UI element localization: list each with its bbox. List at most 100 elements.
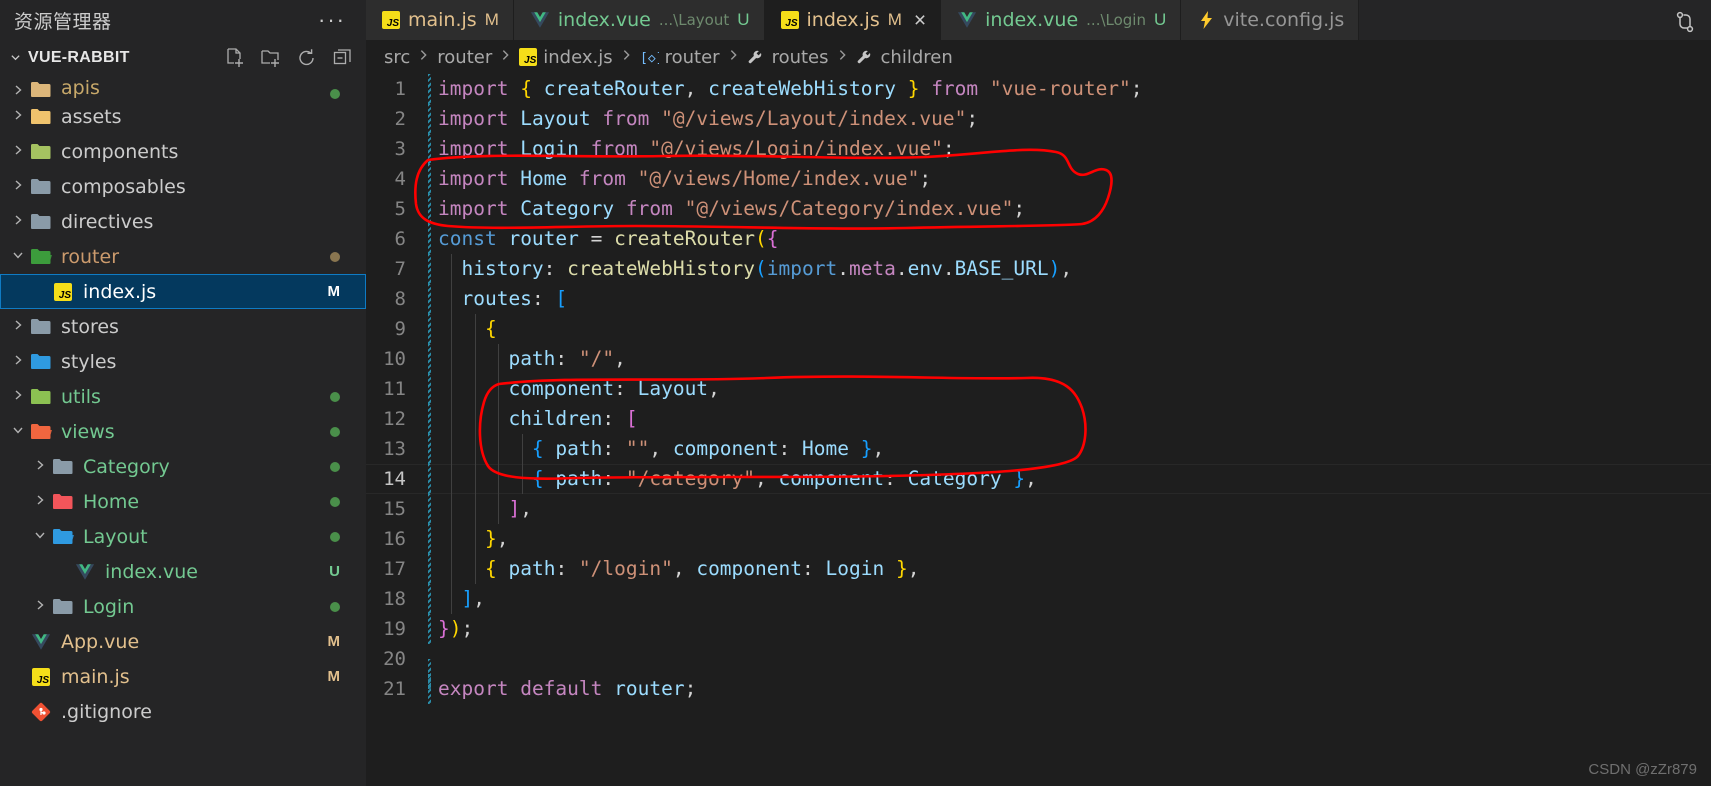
tree-item-views[interactable]: views: [0, 414, 366, 449]
code-token: import: [438, 137, 509, 160]
tab-dirty-indicator: M: [484, 10, 499, 29]
breadcrumb-item-children[interactable]: children: [856, 47, 953, 68]
code-line[interactable]: 18 ],: [366, 584, 1711, 614]
code-line[interactable]: 21 export default router;: [366, 674, 1711, 704]
tree-item-assets[interactable]: assets: [0, 99, 366, 134]
tree-item-main-js[interactable]: JS main.js M: [0, 659, 366, 694]
code-line[interactable]: 5 import Category from "@/views/Category/…: [366, 194, 1711, 224]
tree-item-stores[interactable]: stores: [0, 309, 366, 344]
tree-item-router[interactable]: router: [0, 239, 366, 274]
chevron-right-icon[interactable]: [30, 494, 50, 509]
code-line[interactable]: 3 import Login from "@/views/Login/index.…: [366, 134, 1711, 164]
folder-icon: [28, 212, 54, 231]
editor-tab-main-js[interactable]: JS main.js M: [366, 0, 514, 40]
code-line[interactable]: 4 import Home from "@/views/Home/index.vu…: [366, 164, 1711, 194]
code-line[interactable]: 12 children: [: [366, 404, 1711, 434]
new-file-icon[interactable]: [224, 47, 246, 69]
chevron-right-icon[interactable]: [8, 84, 28, 99]
tree-item-components[interactable]: components: [0, 134, 366, 169]
chevron-right-icon[interactable]: [8, 144, 28, 159]
breadcrumb[interactable]: src router JS index.js [◇] router routes childr…: [366, 40, 1711, 74]
tree-item-category[interactable]: Category: [0, 449, 366, 484]
file-tree[interactable]: apis assets components composables directive…: [0, 75, 366, 786]
chevron-right-icon[interactable]: [8, 214, 28, 229]
more-actions-icon[interactable]: ···: [314, 9, 350, 31]
line-number: 21: [383, 678, 406, 700]
editor-tab-index-vue-layout[interactable]: index.vue ...\Layout U: [513, 0, 765, 40]
code-line[interactable]: 9 {: [366, 314, 1711, 344]
code-line[interactable]: 19});: [366, 614, 1711, 644]
tree-item-label: Home: [83, 490, 140, 513]
code-lines[interactable]: 1 import { createRouter, createWebHistory…: [366, 74, 1711, 786]
chevron-right-icon[interactable]: [8, 354, 28, 369]
code-line[interactable]: 17 { path: "/login", component: Login },: [366, 554, 1711, 584]
collapse-all-icon[interactable]: [332, 47, 354, 69]
breadcrumb-item-router[interactable]: router: [437, 47, 492, 68]
code-line[interactable]: 20: [366, 644, 1711, 689]
tree-item-directives[interactable]: directives: [0, 204, 366, 239]
editor-tab-index-vue-login[interactable]: index.vue ...\Login U: [941, 0, 1182, 40]
tree-item-index-js[interactable]: JS index.js M: [0, 274, 366, 309]
editor-tab-vite-config-js[interactable]: vite.config.js: [1181, 0, 1360, 40]
code-line[interactable]: 14 { path: "/category", component: Categ…: [366, 464, 1711, 494]
code-editor[interactable]: 1 import { createRouter, createWebHistory…: [366, 74, 1711, 786]
code-line-text: ],: [428, 494, 532, 524]
code-line[interactable]: 16 },: [366, 524, 1711, 554]
tree-item-label: index.js: [83, 280, 157, 303]
refresh-icon[interactable]: [296, 47, 318, 69]
chevron-right-icon[interactable]: [8, 179, 28, 194]
code-line[interactable]: 11 component: Layout,: [366, 374, 1711, 404]
editor-tab-index-js[interactable]: JS index.js M ×: [764, 0, 942, 40]
chevron-right-icon[interactable]: [8, 389, 28, 404]
tree-item-app-vue[interactable]: App.vue M: [0, 624, 366, 659]
chevron-right-icon[interactable]: [8, 109, 28, 124]
status-dot: [330, 531, 340, 542]
tree-item-login[interactable]: Login: [0, 589, 366, 624]
breadcrumb-item-index-js[interactable]: JS index.js: [519, 47, 613, 68]
code-line[interactable]: 1 import { createRouter, createWebHistory…: [366, 74, 1711, 104]
code-line[interactable]: 2 import Layout from "@/views/Layout/inde…: [366, 104, 1711, 134]
code-line[interactable]: 8 routes: [: [366, 284, 1711, 314]
workspace-section-header[interactable]: VUE-RABBIT: [0, 40, 366, 75]
code-line[interactable]: 13 { path: "", component: Home },: [366, 434, 1711, 464]
chevron-right-icon[interactable]: [30, 599, 50, 614]
tree-item--gitignore[interactable]: .gitignore: [0, 694, 366, 729]
tree-item-apis[interactable]: apis: [0, 75, 366, 99]
chevron-down-icon[interactable]: [8, 424, 28, 439]
code-line-text: history: createWebHistory(import.meta.en…: [428, 254, 1072, 284]
code-line[interactable]: 15 ],: [366, 494, 1711, 524]
chevron-right-icon[interactable]: [8, 319, 28, 334]
code-line[interactable]: 6 const router = createRouter({: [366, 224, 1711, 254]
new-folder-icon[interactable]: [260, 47, 282, 69]
code-token: path: [508, 347, 556, 370]
tree-item-utils[interactable]: utils: [0, 379, 366, 414]
chevron-down-icon[interactable]: [8, 52, 22, 63]
code-line[interactable]: 10 path: "/",: [366, 344, 1711, 374]
indent-guide: [428, 284, 431, 314]
code-token: router: [614, 677, 685, 700]
status-dot: [330, 251, 340, 262]
breadcrumb-item-src[interactable]: src: [384, 47, 410, 68]
tree-item-layout[interactable]: Layout: [0, 519, 366, 554]
chevron-down-icon[interactable]: [30, 529, 50, 544]
chevron-right-icon: [727, 48, 740, 66]
close-icon[interactable]: ×: [914, 10, 926, 31]
tree-item-styles[interactable]: styles: [0, 344, 366, 379]
tree-item-index-vue[interactable]: index.vue U: [0, 554, 366, 589]
breadcrumb-item-router[interactable]: [◇] router: [640, 47, 720, 68]
breadcrumb-item-routes[interactable]: routes: [747, 47, 829, 68]
chevron-down-icon[interactable]: [8, 249, 28, 264]
chevron-right-icon[interactable]: [30, 459, 50, 474]
folder-icon: [28, 247, 54, 266]
code-line[interactable]: 7 history: createWebHistory(import.meta.…: [366, 254, 1711, 284]
tree-item-composables[interactable]: composables: [0, 169, 366, 204]
git-file-icon: [28, 702, 54, 722]
tree-item-home[interactable]: Home: [0, 484, 366, 519]
code-token: ;: [942, 137, 955, 160]
code-token: createWebHistory: [708, 77, 896, 100]
tree-item-label: views: [61, 420, 115, 443]
split-editor-icon[interactable]: [1673, 10, 1694, 33]
